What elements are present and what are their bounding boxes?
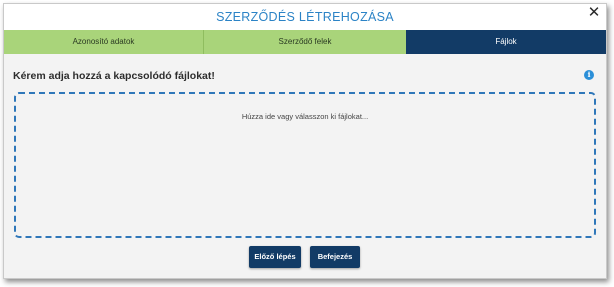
file-dropzone[interactable]: Húzza ide vagy válasszon ki fájlokat...: [14, 92, 596, 238]
dialog-titlebar: SZERZŐDÉS LÉTREHOZÁSA ✕: [4, 4, 606, 30]
step-files[interactable]: Fájlok: [406, 30, 606, 54]
wizard-steps: Azonosító adatok Szerződő felek Fájlok: [4, 30, 606, 54]
create-contract-dialog: SZERZŐDÉS LÉTREHOZÁSA ✕ Azonosító adatok…: [3, 3, 607, 279]
page-heading: Kérem adja hozzá a kapcsolódó fájlokat!: [13, 70, 215, 82]
dialog-title: SZERZŐDÉS LÉTREHOZÁSA: [216, 10, 394, 24]
step-contracting-parties[interactable]: Szerződő felek: [204, 30, 406, 54]
info-icon[interactable]: i: [584, 70, 594, 80]
finish-button[interactable]: Befejezés: [310, 246, 360, 268]
dropzone-hint: Húzza ide vagy válasszon ki fájlokat...: [241, 112, 369, 121]
previous-step-button[interactable]: Előző lépés: [249, 246, 301, 268]
close-icon[interactable]: ✕: [587, 5, 601, 20]
step-identification-data[interactable]: Azonosító adatok: [4, 30, 204, 54]
